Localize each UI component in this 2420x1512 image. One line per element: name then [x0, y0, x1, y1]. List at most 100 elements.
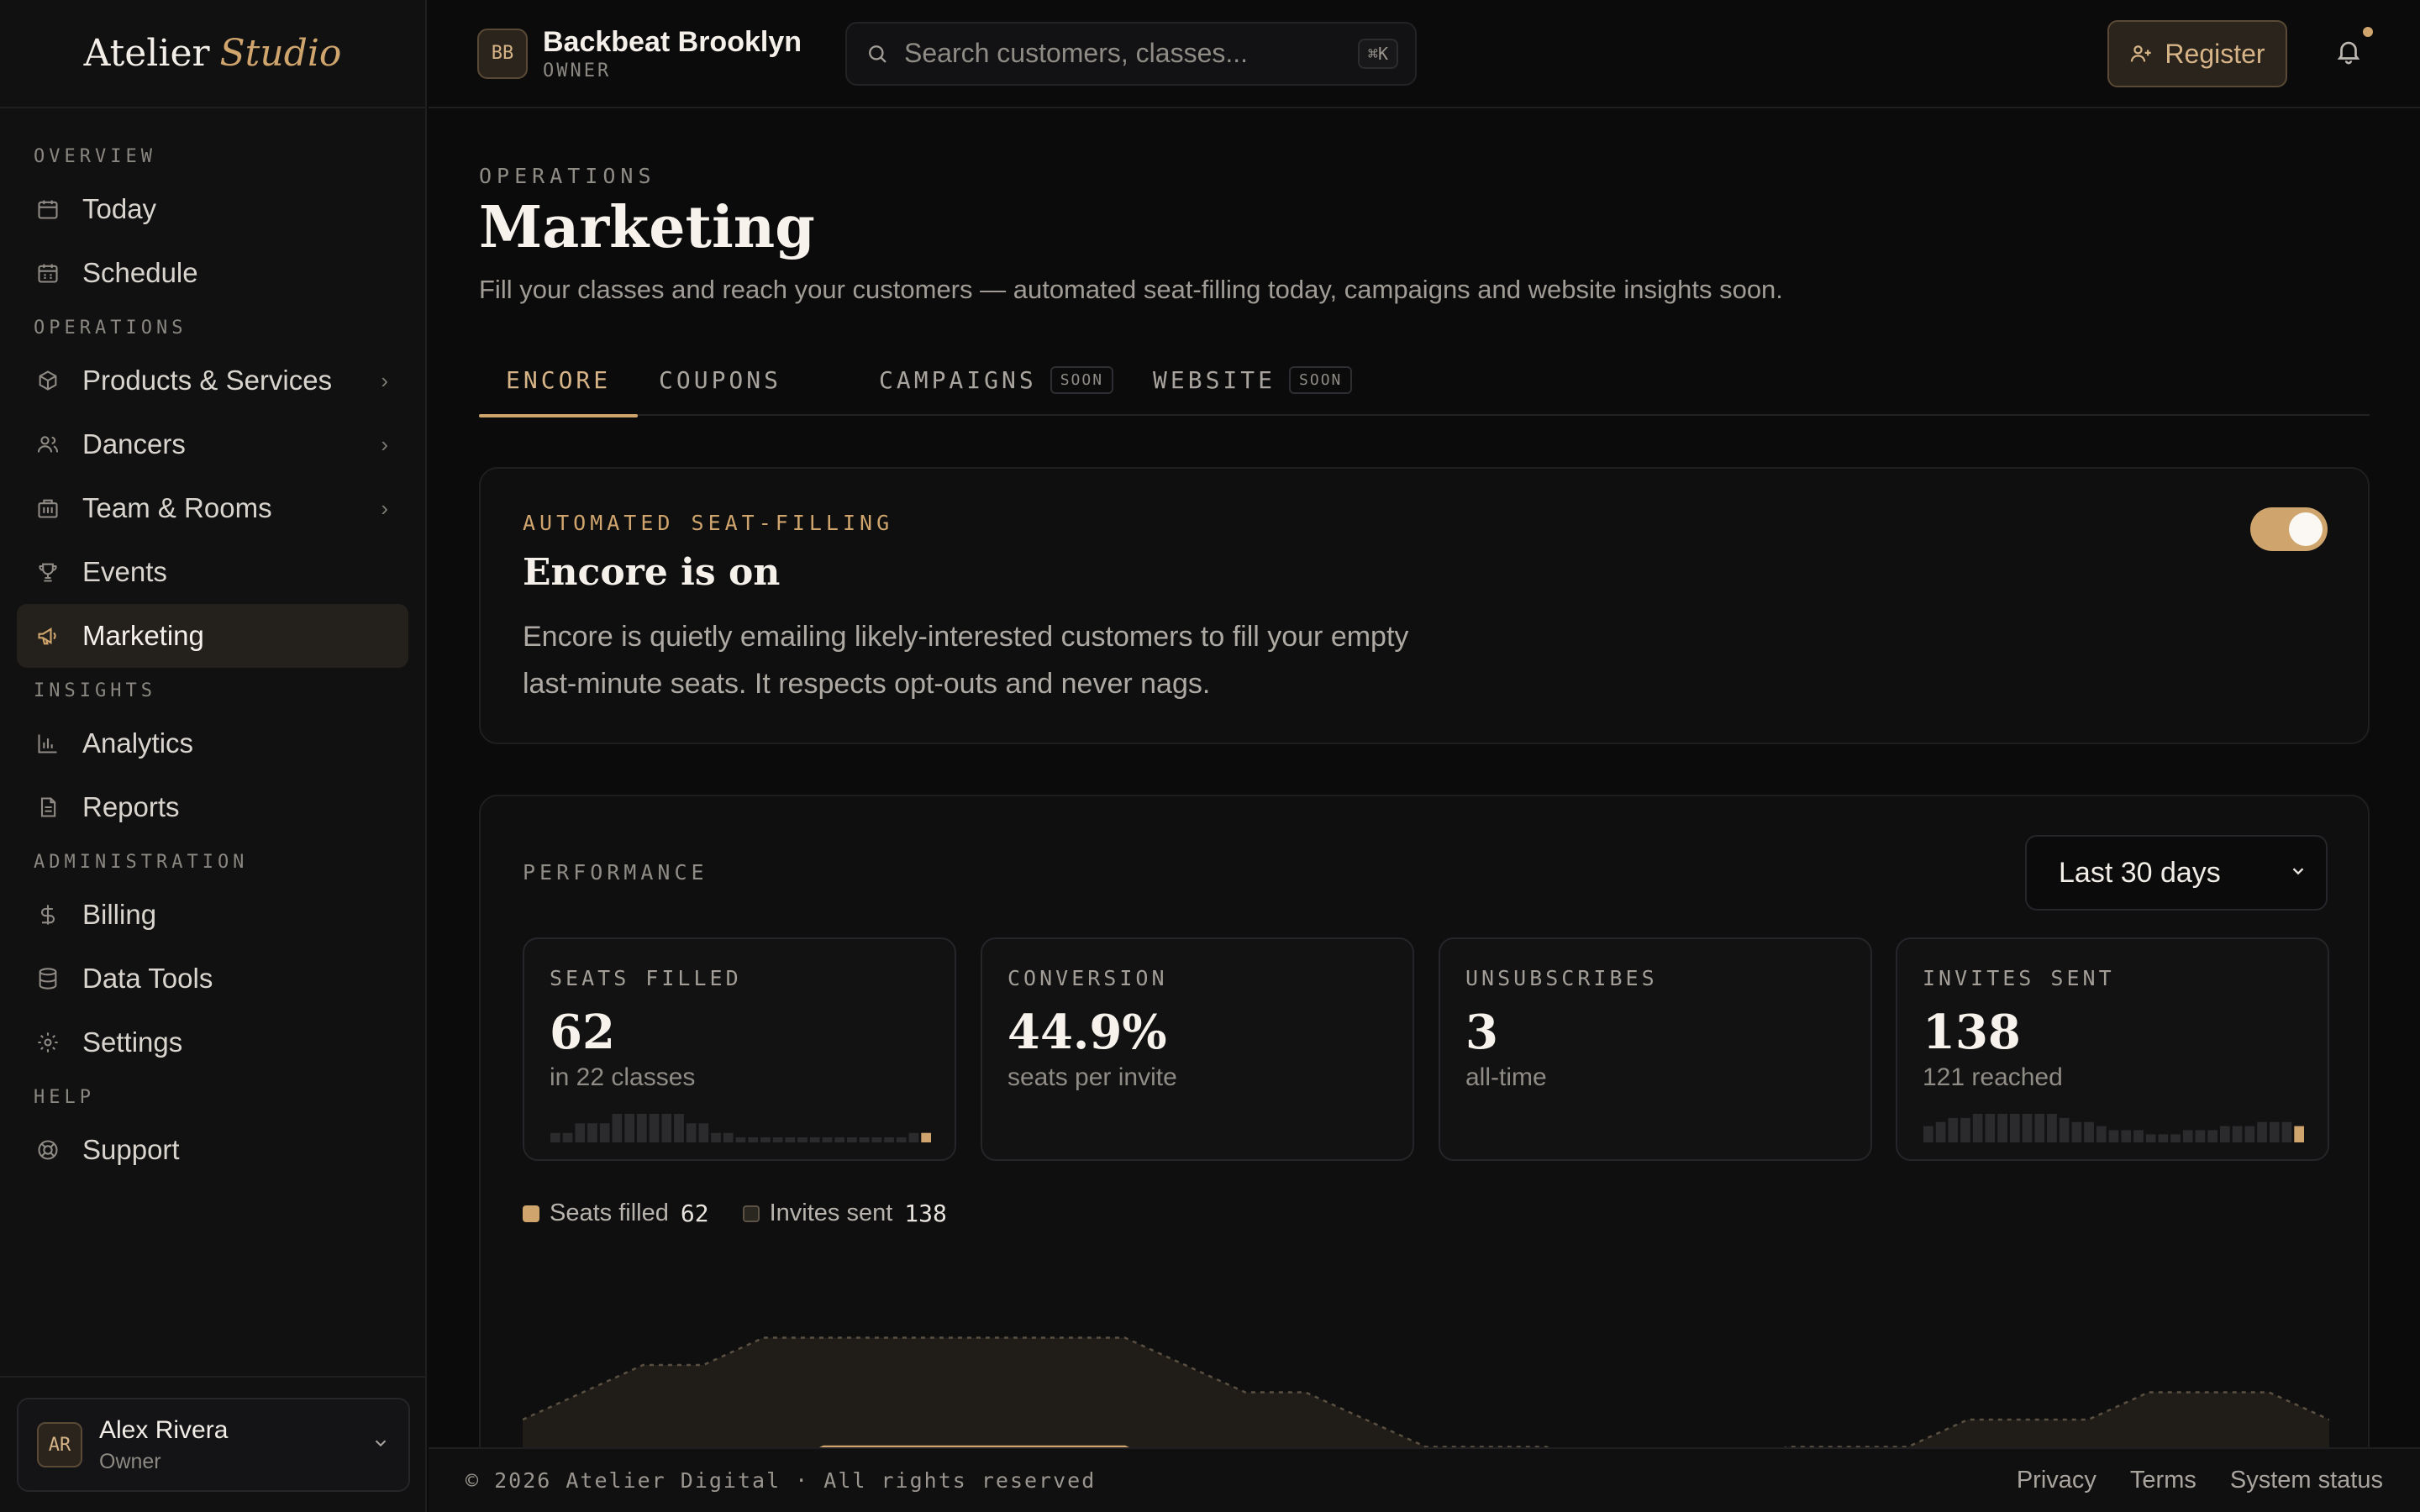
sparkline-bar — [2084, 1121, 2094, 1142]
legend-invites-sent[interactable]: Invites sent 138 — [742, 1200, 947, 1227]
sparkline-bar — [921, 1132, 931, 1142]
sparkline-bar — [612, 1114, 623, 1142]
sidebar-item-label: Billing — [82, 899, 157, 930]
sidebar-item-data-tools[interactable]: Data Tools — [17, 947, 408, 1011]
page-title: Marketing — [479, 194, 815, 261]
nav-section-operations: OPERATIONS — [34, 318, 187, 339]
org-switcher[interactable]: Backbeat Brooklyn OWNER — [543, 26, 802, 81]
dollar-icon — [35, 902, 60, 927]
sparkline-bar — [2096, 1126, 2107, 1142]
sparkline-bar — [562, 1132, 573, 1142]
sidebar-item-label: Products & Services — [82, 365, 333, 396]
brand-accent: Studio — [219, 32, 342, 75]
footer-links: Privacy Terms System status — [1983, 1467, 2383, 1494]
org-role: OWNER — [543, 60, 612, 81]
users-icon — [35, 432, 60, 457]
main-content: OPERATIONS Marketing Fill your classes a… — [429, 110, 2420, 1447]
user-plus-icon — [2129, 42, 2153, 66]
sparkline-bar — [1985, 1114, 1996, 1142]
legend-seats-filled[interactable]: Seats filled 62 — [523, 1200, 709, 1227]
tab-bar: ENCORE COUPONS CAMPAIGNS SOON WEBSITE SO… — [479, 344, 2370, 417]
sparkline-bar — [2022, 1114, 2033, 1142]
page-subtitle: Fill your classes and reach your custome… — [479, 275, 1783, 304]
sidebar-item-today[interactable]: Today — [17, 177, 408, 241]
sidebar-item-settings[interactable]: Settings — [17, 1011, 408, 1074]
legend-value: 138 — [904, 1200, 947, 1227]
sidebar-item-events[interactable]: Events — [17, 540, 408, 604]
topbar: BB Backbeat Brooklyn OWNER ⌘K Register — [429, 0, 2420, 108]
tab-encore[interactable]: ENCORE — [479, 344, 639, 417]
brand-logo[interactable]: Atelier Studio — [0, 0, 425, 108]
performance-area-chart — [523, 1336, 2329, 1447]
user-menu[interactable]: AR Alex Rivera Owner — [17, 1398, 410, 1492]
tab-coupons[interactable]: COUPONS — [659, 344, 781, 416]
sparkline-bar — [785, 1137, 796, 1142]
sidebar-item-billing[interactable]: Billing — [17, 883, 408, 947]
sparkline-bar — [871, 1137, 882, 1142]
sparkline-bar — [674, 1114, 684, 1142]
sparkline-bar — [2195, 1130, 2206, 1142]
sparkline-bar — [1935, 1121, 1946, 1142]
sparkline-bar — [686, 1123, 697, 1142]
encore-toggle[interactable] — [2250, 507, 2328, 551]
user-name: Alex Rivera — [99, 1415, 229, 1444]
sidebar-item-label: Settings — [82, 1026, 183, 1058]
sparkline-bar — [2158, 1134, 2169, 1142]
sidebar-item-label: Support — [82, 1134, 180, 1165]
bell-icon[interactable] — [2334, 37, 2363, 70]
sparkline-bar — [2121, 1130, 2132, 1142]
sidebar-item-dancers[interactable]: Dancers › — [17, 412, 408, 476]
sidebar-item-marketing[interactable]: Marketing — [17, 604, 408, 668]
sparkline-bar — [575, 1123, 586, 1142]
sidebar-item-schedule[interactable]: Schedule — [17, 241, 408, 305]
sparkline-bar — [2207, 1130, 2217, 1142]
sidebar-item-label: Reports — [82, 791, 180, 822]
sidebar-item-team-rooms[interactable]: Team & Rooms › — [17, 476, 408, 540]
seats-sparkline — [550, 1114, 931, 1142]
footer-link-terms[interactable]: Terms — [2130, 1467, 2196, 1494]
sidebar-item-products-services[interactable]: Products & Services › — [17, 349, 408, 412]
stat-label: CONVERSION — [1007, 966, 1168, 990]
legend-swatch — [523, 1205, 539, 1222]
search-bar[interactable]: ⌘K — [845, 21, 1417, 86]
sidebar-item-support[interactable]: Support — [17, 1118, 408, 1182]
sparkline-bar — [2257, 1121, 2267, 1142]
stat-sub: in 22 classes — [550, 1063, 696, 1091]
legend-swatch — [742, 1205, 760, 1222]
stat-sub: seats per invite — [1007, 1063, 1177, 1091]
sparkline-bar — [2071, 1121, 2082, 1142]
footer-link-privacy[interactable]: Privacy — [2017, 1467, 2096, 1494]
sparkline-bar — [884, 1137, 894, 1142]
database-icon — [35, 966, 60, 991]
stat-value: 3 — [1465, 1005, 1498, 1060]
sparkline-bar — [661, 1114, 672, 1142]
date-range-value: Last 30 days — [2059, 856, 2221, 889]
lifebuoy-icon — [35, 1137, 60, 1163]
stat-value: 138 — [1923, 1005, 2021, 1060]
sparkline-bar — [2220, 1126, 2230, 1142]
org-avatar[interactable]: BB — [477, 28, 528, 79]
soon-badge: SOON — [1050, 365, 1114, 394]
document-icon — [35, 795, 60, 820]
user-role: Owner — [99, 1449, 161, 1473]
chart-legend: Seats filled 62 Invites sent 138 — [523, 1200, 981, 1227]
footer-link-status[interactable]: System status — [2230, 1467, 2383, 1494]
register-label: Register — [2165, 38, 2265, 69]
search-input[interactable] — [904, 38, 1341, 69]
register-button[interactable]: Register — [2107, 20, 2287, 87]
sparkline-bar — [1960, 1117, 1970, 1142]
page-eyebrow: OPERATIONS — [479, 164, 656, 188]
calendar-grid-icon — [35, 260, 60, 286]
footer: © 2026 Atelier Digital · All rights rese… — [429, 1447, 2420, 1512]
sparkline-bar — [624, 1114, 634, 1142]
sidebar-item-analytics[interactable]: Analytics — [17, 711, 408, 775]
sparkline-bar — [735, 1137, 746, 1142]
sidebar-divider — [0, 1376, 427, 1378]
sparkline-bar — [847, 1137, 857, 1142]
brand-name: Atelier — [83, 32, 210, 75]
nav-section-help: HELP — [34, 1087, 95, 1108]
tab-campaigns[interactable]: CAMPAIGNS SOON — [879, 344, 1114, 416]
sidebar-item-reports[interactable]: Reports — [17, 775, 408, 839]
tab-website[interactable]: WEBSITE SOON — [1153, 344, 1353, 416]
date-range-select[interactable]: Last 30 days — [2025, 835, 2328, 911]
